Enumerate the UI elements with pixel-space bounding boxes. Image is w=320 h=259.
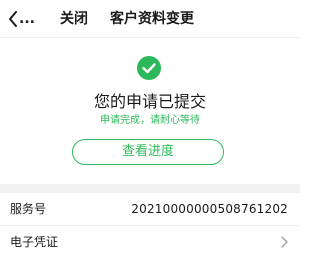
- back-ellipsis: ...: [19, 11, 35, 27]
- back-button[interactable]: ...: [8, 8, 44, 30]
- service-number-label: 服务号: [10, 202, 47, 216]
- electronic-voucher-label: 电子凭证: [10, 235, 59, 249]
- electronic-voucher-row[interactable]: 电子凭证: [0, 226, 300, 259]
- page-title: 客户资料变更: [110, 11, 194, 27]
- view-progress-button[interactable]: 查看进度: [72, 139, 224, 165]
- close-button[interactable]: 关闭: [60, 10, 88, 28]
- service-number-value: 20210000000508761202: [131, 202, 288, 216]
- service-number-row: 服务号 20210000000508761202: [0, 193, 300, 226]
- section-divider: [0, 184, 300, 193]
- result-subtitle: 申请完成，请耐心等待: [100, 115, 200, 126]
- navigation-bar: ... 关闭 客户资料变更: [0, 0, 300, 38]
- result-title: 您的申请已提交: [93, 92, 206, 111]
- back-arrow-icon: [9, 11, 17, 27]
- chevron-right-icon: [281, 236, 288, 248]
- check-circle-icon: [137, 56, 161, 80]
